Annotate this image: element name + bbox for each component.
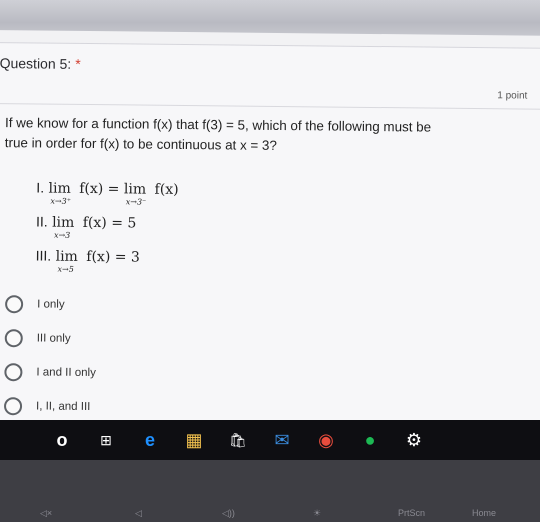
statement-label: II. [35,213,48,230]
taskbar-icons: o ⊞ e ▦ 🛍 ✉ ◉ ● ⚙ [40,426,436,454]
brightness-key-icon: ☀ [313,508,322,518]
mail-icon[interactable]: ✉ [260,426,304,454]
question-title: Question 5: * [0,55,81,72]
question-card: Question 5: * 1 point If we know for a fu… [0,41,540,429]
lim-text: lim [123,181,147,198]
lim-subscript: x→5 [57,264,74,274]
option-label: I only [37,298,65,311]
option-label: I and II only [36,366,96,380]
lim-text: lim [48,180,71,197]
prompt-line-2: true in order for f(x) to be continuous … [4,135,277,153]
radio-button[interactable] [4,363,23,382]
settings-gear-icon[interactable]: ⚙ [392,426,436,454]
limit-1: lim x→5 [55,248,78,274]
expression: f(x) = 5 [82,214,137,232]
spotify-icon[interactable]: ● [348,426,392,454]
radio-button[interactable] [3,397,23,416]
lim-text: lim [52,214,75,231]
expression: f(x) = [79,180,120,198]
divider [0,102,540,110]
required-mark: * [75,55,81,72]
windows-taskbar: o ⊞ e ▦ 🛍 ✉ ◉ ● ⚙ [0,420,540,460]
lim-text: lim [55,248,78,265]
keyboard-function-row: ◁× ◁ ◁)) ☀ PrtScn Home [0,460,540,522]
cortana-search-icon[interactable]: o [40,426,84,454]
statement-label: III. [35,247,52,264]
answer-options: I only III only I and II only I, II, and… [3,287,97,424]
statement-3: III. lim x→5 f(x) = 3 [35,247,178,282]
option-iii-only[interactable]: III only [4,321,97,356]
option-i-and-ii-only[interactable]: I and II only [4,355,96,390]
radio-button[interactable] [5,295,24,314]
edge-browser-icon[interactable]: e [128,426,172,454]
radio-button[interactable] [4,329,23,348]
statement-label: I. [36,179,45,196]
home-key: Home [472,508,497,518]
expression: f(x) = 3 [86,248,140,266]
expression: f(x) [154,181,179,198]
option-label: I, II, and III [35,400,91,414]
lim-subscript: x→3 [53,230,71,240]
prtscn-key: PrtScn [398,508,426,518]
option-i-ii-and-iii[interactable]: I, II, and III [3,389,96,424]
limit-2: lim x→3⁻ [123,181,147,206]
question-title-text: Question 5: [0,55,72,72]
limit-1: lim x→3 [52,214,75,240]
option-i-only[interactable]: I only [5,287,97,322]
file-explorer-icon[interactable]: ▦ [172,426,216,454]
statement-1: I. lim x→3⁺ f(x) = lim x→3⁻ f(x) [36,179,179,214]
volume-up-key-icon: ◁)) [222,508,235,518]
store-icon[interactable]: 🛍 [216,426,260,454]
form-screen: Question 5: * 1 point If we know for a fu… [0,30,540,429]
question-prompt: If we know for a function f(x) that f(3)… [5,113,515,158]
mute-key-icon: ◁× [40,508,53,518]
chrome-icon[interactable]: ◉ [304,426,348,454]
statements-block: I. lim x→3⁺ f(x) = lim x→3⁻ f(x) II. lim x→… [35,179,179,282]
lim-subscript: x→3⁻ [125,197,147,207]
limit-1: lim x→3⁺ [48,180,71,206]
option-label: III only [36,332,71,345]
lim-subscript: x→3⁺ [50,196,72,206]
statement-2: II. lim x→3 f(x) = 5 [36,213,179,248]
points-label: 1 point [497,90,528,102]
volume-down-key-icon: ◁ [135,508,142,518]
task-view-icon[interactable]: ⊞ [84,426,128,454]
